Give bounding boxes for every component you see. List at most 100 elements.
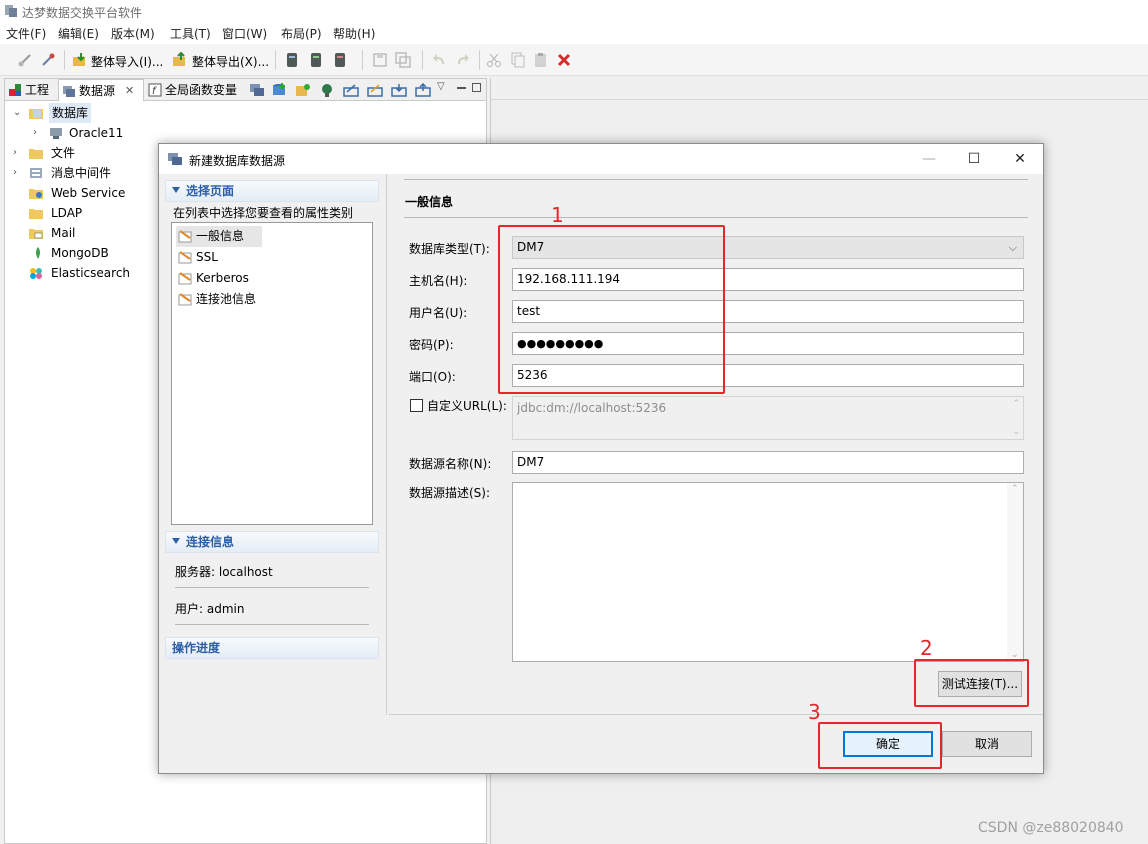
- chevron-down-icon: ⌵: [1008, 241, 1017, 254]
- toolbar-separator: [422, 50, 423, 70]
- export-icon[interactable]: [172, 52, 188, 68]
- scroll-up-icon[interactable]: ⌃: [1011, 484, 1019, 494]
- maximize-view-icon[interactable]: [472, 83, 481, 92]
- dialog-minimize-button[interactable]: —: [906, 144, 952, 174]
- page-item-label: 连接池信息: [196, 292, 257, 306]
- new-webservice-icon[interactable]: [343, 83, 359, 97]
- ds-desc-textarea[interactable]: ⌃ ⌄: [512, 482, 1024, 662]
- tab-datasource[interactable]: 数据源 ✕: [58, 79, 144, 101]
- page-item-kerberos[interactable]: Kerberos: [176, 268, 249, 289]
- conn-info-title: 连接信息: [186, 535, 235, 549]
- delete-icon[interactable]: [556, 52, 572, 68]
- cancel-button[interactable]: 取消: [942, 731, 1032, 757]
- db-type-label: 数据库类型(T):: [409, 242, 490, 256]
- undo-icon[interactable]: [431, 52, 447, 68]
- progress-header[interactable]: 操作进度: [165, 637, 379, 659]
- expand-icon[interactable]: ›: [33, 123, 37, 143]
- tab-project-label: 工程: [25, 83, 50, 97]
- new-mail-icon[interactable]: [391, 83, 407, 97]
- collapse-icon[interactable]: ⌄: [13, 103, 21, 123]
- cancel-label: 取消: [974, 737, 999, 751]
- redo-icon[interactable]: [455, 52, 471, 68]
- divider: [175, 624, 369, 625]
- save-all-icon[interactable]: [395, 52, 411, 68]
- save-icon[interactable]: [372, 52, 388, 68]
- paste-icon[interactable]: [533, 52, 549, 68]
- scroll-down-icon[interactable]: ⌄: [1012, 427, 1020, 437]
- tree-label-elasticsearch: Elasticsearch: [51, 266, 131, 280]
- dialog-maximize-button[interactable]: ☐: [951, 144, 997, 174]
- new-datasource-icon[interactable]: [249, 83, 265, 97]
- cut-icon[interactable]: [486, 52, 502, 68]
- minimize-icon: —: [922, 151, 936, 167]
- new-db-icon[interactable]: [271, 83, 287, 97]
- db-connection-icon: [50, 128, 62, 139]
- tab-close-icon[interactable]: ✕: [125, 80, 134, 102]
- menu-layout[interactable]: 布局(P): [281, 25, 322, 42]
- conn-info-header[interactable]: 连接信息: [165, 531, 379, 553]
- tree-label-database: 数据库: [49, 103, 92, 123]
- tree-item-database[interactable]: ⌄ 数据库: [5, 103, 486, 123]
- dialog-sidebar: 选择页面 在列表中选择您要查看的属性类别 一般信息 SSL Kerberos 连…: [159, 174, 387, 715]
- section-title: 一般信息: [405, 195, 454, 209]
- server-start-icon[interactable]: [308, 52, 324, 68]
- toolbar-separator: [275, 50, 276, 70]
- new-file-icon[interactable]: [295, 83, 311, 97]
- expand-icon[interactable]: ›: [13, 163, 17, 183]
- scrollbar[interactable]: ⌃ ⌄: [1007, 483, 1023, 661]
- tab-project[interactable]: 工程: [5, 79, 57, 101]
- page-item-label: 一般信息: [196, 229, 245, 243]
- server-stop-icon[interactable]: [332, 52, 348, 68]
- watermark: CSDN @ze88020840: [978, 820, 1124, 836]
- select-page-title: 选择页面: [186, 184, 235, 198]
- dialog-close-button[interactable]: ✕: [997, 144, 1043, 174]
- disconnect-icon[interactable]: [40, 52, 56, 68]
- tab-datasource-label: 数据源: [79, 84, 116, 98]
- page-item-pool[interactable]: 连接池信息: [176, 289, 256, 310]
- divider: [404, 217, 1028, 218]
- app-title-bar: 达梦数据交换平台软件: [0, 0, 1148, 22]
- menu-edit[interactable]: 编辑(E): [58, 25, 99, 42]
- annotation-number-3: 3: [808, 700, 821, 724]
- tree-label-file: 文件: [51, 146, 76, 160]
- menu-version[interactable]: 版本(M): [111, 25, 155, 42]
- property-page-icon: [178, 293, 192, 306]
- custom-url-textarea[interactable]: jdbc:dm://localhost:5236 ⌃ ⌄: [512, 396, 1024, 440]
- app-title: 达梦数据交换平台软件: [22, 6, 143, 20]
- scroll-up-icon[interactable]: ⌃: [1012, 399, 1020, 409]
- password-label: 密码(P):: [409, 338, 454, 352]
- connect-icon[interactable]: [17, 52, 33, 68]
- toolbar-separator: [479, 50, 480, 70]
- tree-label-webservice: Web Service: [51, 186, 126, 200]
- export-button[interactable]: 整体导出(X)...: [192, 53, 269, 70]
- left-tab-bar: 工程 数据源 ✕ f 全局函数变量 ▽: [5, 79, 486, 101]
- tree-label-mail: Mail: [51, 226, 76, 240]
- progress-title: 操作进度: [172, 641, 221, 655]
- view-menu-icon[interactable]: ▽: [437, 81, 445, 92]
- minimize-view-icon[interactable]: [457, 87, 466, 89]
- menu-file[interactable]: 文件(F): [6, 25, 46, 42]
- import-button[interactable]: 整体导入(I)...: [91, 53, 163, 70]
- new-mq-icon[interactable]: [319, 83, 335, 97]
- ds-name-input[interactable]: DM7: [512, 451, 1024, 474]
- conn-info-user: 用户: admin: [175, 602, 245, 616]
- new-ldap-icon[interactable]: [367, 83, 383, 97]
- menu-help[interactable]: 帮助(H): [333, 25, 375, 42]
- server-icon[interactable]: [284, 52, 300, 68]
- new-mongodb-icon[interactable]: [415, 83, 431, 97]
- custom-url-checkbox[interactable]: [410, 399, 423, 412]
- select-page-header[interactable]: 选择页面: [165, 180, 379, 202]
- tree-label-mongodb: MongoDB: [51, 246, 109, 260]
- menu-window[interactable]: 窗口(W): [222, 25, 267, 42]
- tree-item-oracle[interactable]: › Oracle11: [5, 123, 486, 143]
- tab-global-vars[interactable]: f 全局函数变量: [145, 79, 243, 101]
- copy-icon[interactable]: [510, 52, 526, 68]
- import-icon[interactable]: [72, 52, 88, 68]
- page-item-general[interactable]: 一般信息: [176, 226, 262, 247]
- page-item-ssl[interactable]: SSL: [176, 247, 218, 268]
- menu-tools[interactable]: 工具(T): [170, 25, 211, 42]
- toolbar-separator: [64, 50, 65, 70]
- expand-icon[interactable]: ›: [13, 143, 17, 163]
- app-icon: [5, 5, 17, 17]
- annotation-number-1: 1: [551, 203, 564, 227]
